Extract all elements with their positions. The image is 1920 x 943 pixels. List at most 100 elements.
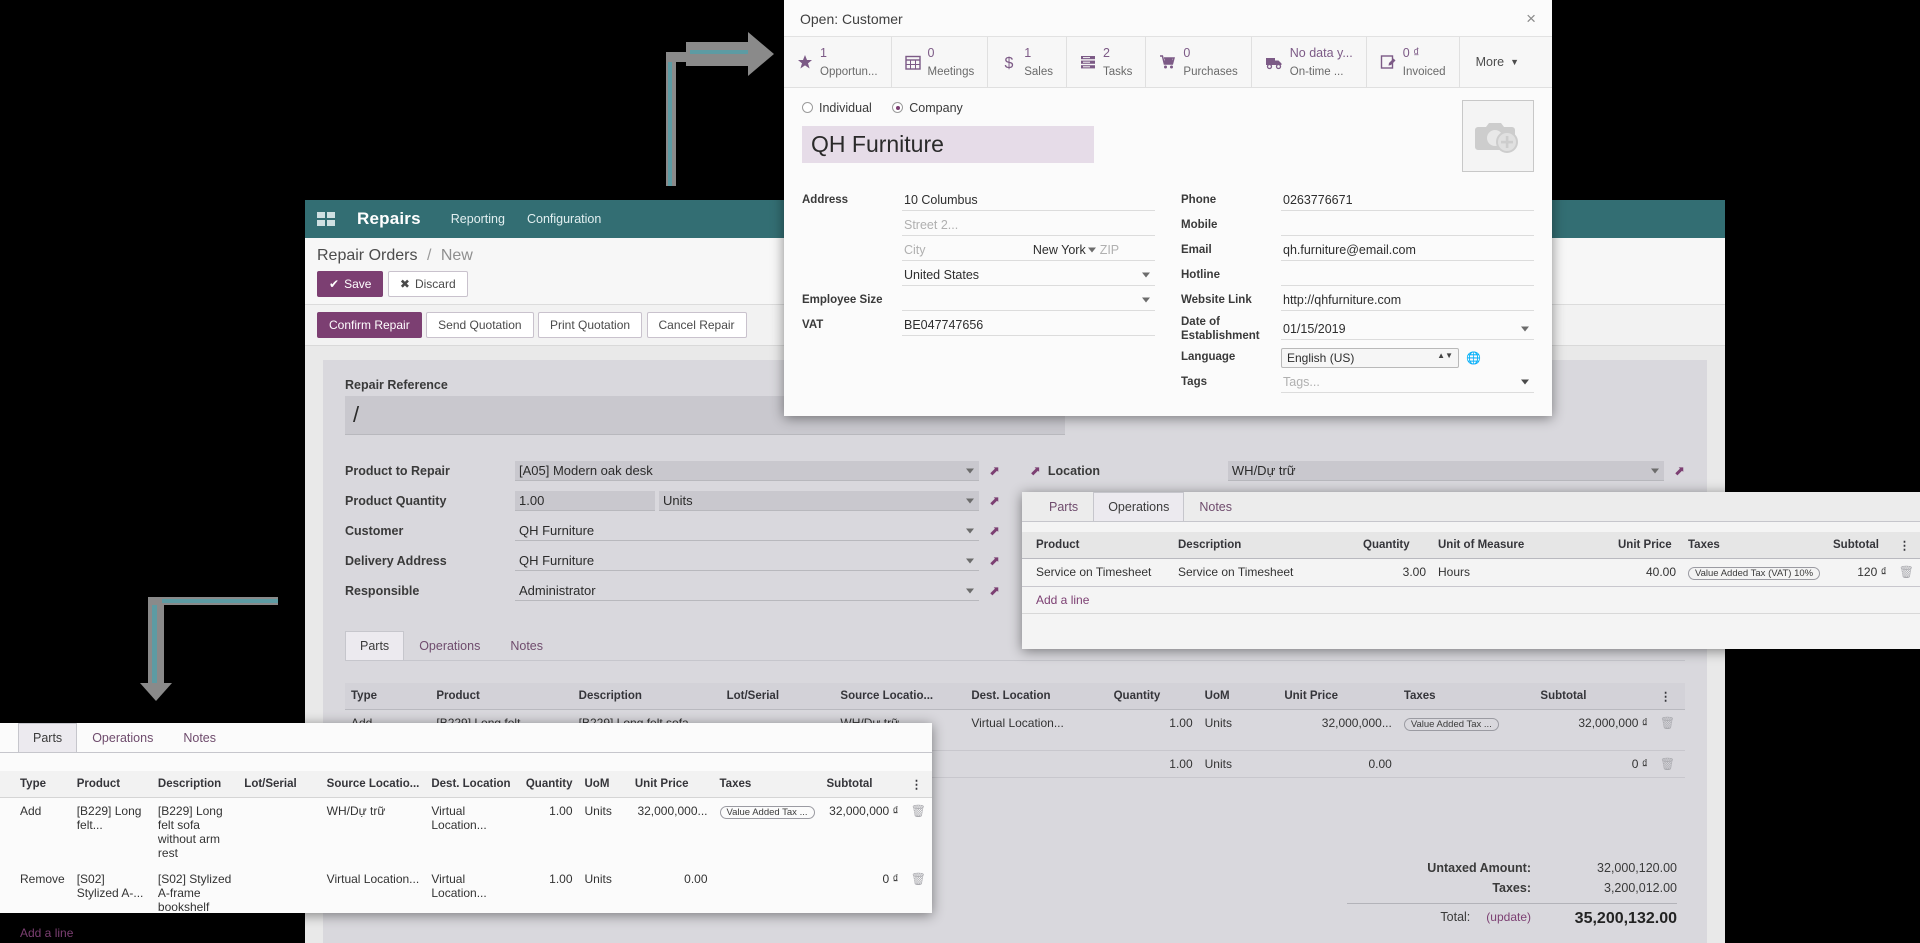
radio-individual[interactable]: Individual: [802, 101, 872, 115]
parts-popup-tab-operations[interactable]: Operations: [77, 723, 168, 752]
delete-row-icon[interactable]: 🗑: [905, 866, 932, 920]
col-unit-price[interactable]: Unit Price: [1278, 683, 1398, 710]
col-dest-location[interactable]: Dest. Location: [965, 683, 1108, 710]
pp-col-uom[interactable]: UoM: [578, 771, 629, 798]
pp-col-type[interactable]: Type: [0, 771, 71, 798]
discard-button[interactable]: ✖ Discard: [387, 271, 468, 297]
product-quantity-input[interactable]: 1.00: [515, 491, 655, 511]
external-link-icon[interactable]: ⬈: [1674, 463, 1685, 479]
col-source-location[interactable]: Source Locatio...: [834, 683, 966, 710]
external-link-icon[interactable]: ⬈: [989, 493, 1000, 509]
address-state-select[interactable]: New York: [1003, 240, 1098, 261]
col-uom[interactable]: UoM: [1198, 683, 1279, 710]
stat-button-sales[interactable]: $ 1 Sales: [988, 37, 1067, 87]
table-row[interactable]: Remove [S02] Stylized A-... [S02] Styliz…: [0, 866, 932, 920]
pp-col-options-icon[interactable]: ⋮: [904, 771, 932, 798]
product-to-repair-input[interactable]: [A05] Modern oak desk: [515, 461, 980, 481]
stat-button-invoiced[interactable]: 0 ₫ Invoiced: [1367, 37, 1460, 87]
stat-button-on-time-delivery[interactable]: No data y... On-time ...: [1252, 37, 1367, 87]
phone-input[interactable]: 0263776671: [1281, 190, 1534, 211]
more-stats-button[interactable]: More ▼: [1460, 37, 1535, 87]
ops-col-description[interactable]: Description: [1172, 532, 1357, 559]
external-link-icon[interactable]: ⬈: [1030, 463, 1041, 479]
pp-col-dest[interactable]: Dest. Location: [425, 771, 520, 798]
col-product[interactable]: Product: [430, 683, 573, 710]
stat-button-purchases[interactable]: 0 Purchases: [1146, 37, 1252, 87]
delete-row-icon[interactable]: 🗑: [1892, 558, 1920, 587]
external-link-icon[interactable]: ⬈: [989, 583, 1000, 599]
col-subtotal[interactable]: Subtotal: [1534, 683, 1654, 710]
external-link-icon[interactable]: ⬈: [989, 463, 1000, 479]
responsible-input[interactable]: Administrator: [515, 581, 980, 601]
product-quantity-uom-select[interactable]: Units: [659, 491, 980, 511]
pp-col-quantity[interactable]: Quantity: [519, 771, 579, 798]
add-line-row[interactable]: Add a line: [1022, 586, 1920, 614]
send-quotation-button[interactable]: Send Quotation: [426, 312, 534, 338]
nav-item-configuration[interactable]: Configuration: [527, 212, 601, 226]
ops-col-uom[interactable]: Unit of Measure: [1432, 532, 1612, 559]
delete-row-icon[interactable]: 🗑: [1653, 750, 1685, 778]
company-name-input[interactable]: QH Furniture: [802, 126, 1094, 163]
add-line-row[interactable]: Add a line: [0, 920, 932, 943]
tab-notes[interactable]: Notes: [495, 631, 558, 660]
external-link-icon[interactable]: ⬈: [989, 523, 1000, 539]
pp-col-subtotal[interactable]: Subtotal: [820, 771, 905, 798]
customer-input[interactable]: QH Furniture: [515, 521, 980, 541]
address-zip-input[interactable]: ZIP: [1097, 240, 1156, 261]
save-button[interactable]: ✔ Save: [317, 271, 384, 297]
update-total-link[interactable]: (update): [1486, 910, 1531, 928]
vat-input[interactable]: BE047747656: [902, 315, 1155, 336]
location-input[interactable]: WH/Dự trữ: [1227, 461, 1665, 481]
breadcrumb-root[interactable]: Repair Orders: [317, 247, 417, 264]
ops-col-product[interactable]: Product: [1022, 532, 1172, 559]
table-row[interactable]: Service on Timesheet Service on Timeshee…: [1022, 558, 1920, 587]
ops-col-quantity[interactable]: Quantity: [1357, 532, 1432, 559]
radio-company[interactable]: Company: [892, 101, 963, 115]
website-link-input[interactable]: http://qhfurniture.com: [1281, 290, 1534, 311]
address-city-input[interactable]: City: [902, 240, 1004, 261]
ops-tab-parts[interactable]: Parts: [1034, 492, 1093, 521]
tab-operations[interactable]: Operations: [404, 631, 495, 660]
col-taxes[interactable]: Taxes: [1397, 683, 1535, 710]
close-icon[interactable]: ×: [1526, 10, 1536, 27]
language-select[interactable]: English (US) ▲▼: [1281, 347, 1459, 368]
hotline-input[interactable]: [1281, 265, 1534, 286]
pp-col-description[interactable]: Description: [151, 771, 239, 798]
col-lot-serial[interactable]: Lot/Serial: [720, 683, 835, 710]
stat-button-opportunities[interactable]: 1 Opportun...: [784, 37, 892, 87]
table-row[interactable]: Add [B229] Long felt... [B229] Long felt…: [0, 798, 932, 867]
date-of-establishment-input[interactable]: 01/15/2019: [1281, 319, 1534, 340]
external-link-icon[interactable]: ⬈: [989, 553, 1000, 569]
tags-input[interactable]: Tags...: [1281, 372, 1534, 393]
delete-row-icon[interactable]: 🗑: [1653, 709, 1685, 751]
ops-col-options-icon[interactable]: ⋮: [1892, 532, 1920, 559]
tab-parts[interactable]: Parts: [345, 631, 405, 660]
delivery-address-input[interactable]: QH Furniture: [515, 551, 980, 571]
pp-col-source[interactable]: Source Locatio...: [320, 771, 426, 798]
email-input[interactable]: qh.furniture@email.com: [1281, 240, 1534, 261]
nav-item-reporting[interactable]: Reporting: [451, 212, 505, 226]
stat-button-meetings[interactable]: 0 Meetings: [892, 37, 989, 87]
confirm-repair-button[interactable]: Confirm Repair: [317, 312, 422, 338]
col-quantity[interactable]: Quantity: [1107, 683, 1199, 710]
pp-col-taxes[interactable]: Taxes: [713, 771, 821, 798]
pp-col-lot-serial[interactable]: Lot/Serial: [238, 771, 321, 798]
ops-tab-notes[interactable]: Notes: [1184, 492, 1247, 521]
parts-popup-tab-notes[interactable]: Notes: [168, 723, 231, 752]
mobile-input[interactable]: [1281, 215, 1534, 236]
col-description[interactable]: Description: [572, 683, 721, 710]
cancel-repair-button[interactable]: Cancel Repair: [646, 312, 747, 338]
col-type[interactable]: Type: [345, 683, 431, 710]
pp-col-product[interactable]: Product: [70, 771, 152, 798]
ops-tab-operations[interactable]: Operations: [1093, 492, 1185, 521]
globe-icon[interactable]: 🌐: [1466, 351, 1481, 365]
delete-row-icon[interactable]: 🗑: [905, 798, 932, 867]
ops-add-a-line[interactable]: Add a line: [1022, 586, 1920, 614]
ops-col-subtotal[interactable]: Subtotal: [1827, 532, 1893, 559]
parts-popup-tab-parts[interactable]: Parts: [18, 723, 78, 752]
pp-col-unit-price[interactable]: Unit Price: [628, 771, 714, 798]
address-street-input[interactable]: 10 Columbus: [902, 190, 1155, 211]
address-street2-input[interactable]: Street 2...: [902, 215, 1155, 236]
employee-size-select[interactable]: [902, 290, 1155, 311]
stat-button-tasks[interactable]: 2 Tasks: [1067, 37, 1147, 87]
